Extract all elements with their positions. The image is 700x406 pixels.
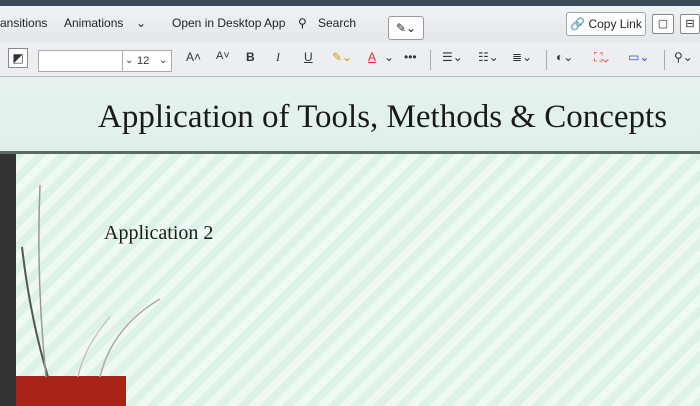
- italic-button[interactable]: I: [276, 50, 280, 65]
- align-icon[interactable]: ≣⌄: [512, 50, 532, 64]
- bullets-icon[interactable]: ☰⌄: [442, 50, 463, 64]
- pencil-icon: ✎: [395, 21, 406, 35]
- highlight-icon[interactable]: ✎⌄: [332, 50, 352, 64]
- format-painter-icon[interactable]: ◩: [8, 48, 28, 68]
- copy-link-button[interactable]: 🔗 Copy Link: [566, 12, 646, 36]
- separator: [664, 50, 665, 70]
- chevron-down-icon: ⌄: [159, 55, 168, 66]
- find-icon[interactable]: ⚲⌄: [674, 50, 693, 64]
- copy-link-label: Copy Link: [588, 17, 642, 31]
- slide-canvas[interactable]: Application of Tools, Methods & Concepts…: [0, 77, 700, 406]
- present-button[interactable]: ⊟: [680, 14, 700, 34]
- font-size-value: 12: [137, 55, 150, 67]
- grow-font-icon[interactable]: A˄: [186, 50, 201, 64]
- comment-icon: ▢: [657, 18, 669, 30]
- search-icon[interactable]: ⚲: [298, 16, 307, 30]
- present-icon: ⊟: [685, 18, 695, 30]
- formatting-toolbar: ◩ ⌄ 12 ⌄ A˄ A˅ B I U ✎⌄ A ⌄ ••• ☰⌄ ☷⌄ ≣⌄…: [0, 42, 700, 77]
- tab-animations[interactable]: Animations: [64, 16, 123, 30]
- chevron-down-icon[interactable]: ⌄: [384, 50, 394, 64]
- separator: [430, 50, 431, 70]
- shrink-font-icon[interactable]: A˅: [216, 50, 230, 62]
- search-button[interactable]: Search: [318, 16, 356, 30]
- numbering-icon[interactable]: ☷⌄: [478, 50, 499, 64]
- chevron-down-icon[interactable]: ⌄: [136, 16, 146, 30]
- underline-button[interactable]: U: [304, 50, 313, 64]
- shape-outline-icon[interactable]: ▭⌄: [628, 50, 649, 64]
- shapes-icon[interactable]: ◐⌄: [556, 50, 573, 64]
- link-icon: 🔗: [570, 17, 586, 31]
- open-in-desktop-app-button[interactable]: Open in Desktop App: [172, 16, 285, 30]
- editing-mode-button[interactable]: ✎⌄: [388, 16, 424, 40]
- ribbon-tab-bar: ansitions Animations ⌄ Open in Desktop A…: [0, 6, 700, 42]
- separator: [546, 50, 547, 70]
- decorative-lines: [21, 184, 161, 378]
- chevron-down-icon: ⌄: [406, 21, 417, 35]
- font-size-field[interactable]: ⌄ 12 ⌄: [122, 50, 172, 72]
- bold-button[interactable]: B: [246, 50, 255, 64]
- more-options-button[interactable]: •••: [404, 50, 417, 64]
- font-name-field[interactable]: [38, 50, 134, 72]
- font-color-icon[interactable]: A: [368, 50, 376, 64]
- chevron-down-icon: ⌄: [125, 55, 134, 66]
- tab-transitions[interactable]: ansitions: [0, 16, 47, 30]
- shape-fill-icon[interactable]: ⛶⌄: [594, 50, 609, 65]
- comments-button[interactable]: ▢: [652, 14, 674, 34]
